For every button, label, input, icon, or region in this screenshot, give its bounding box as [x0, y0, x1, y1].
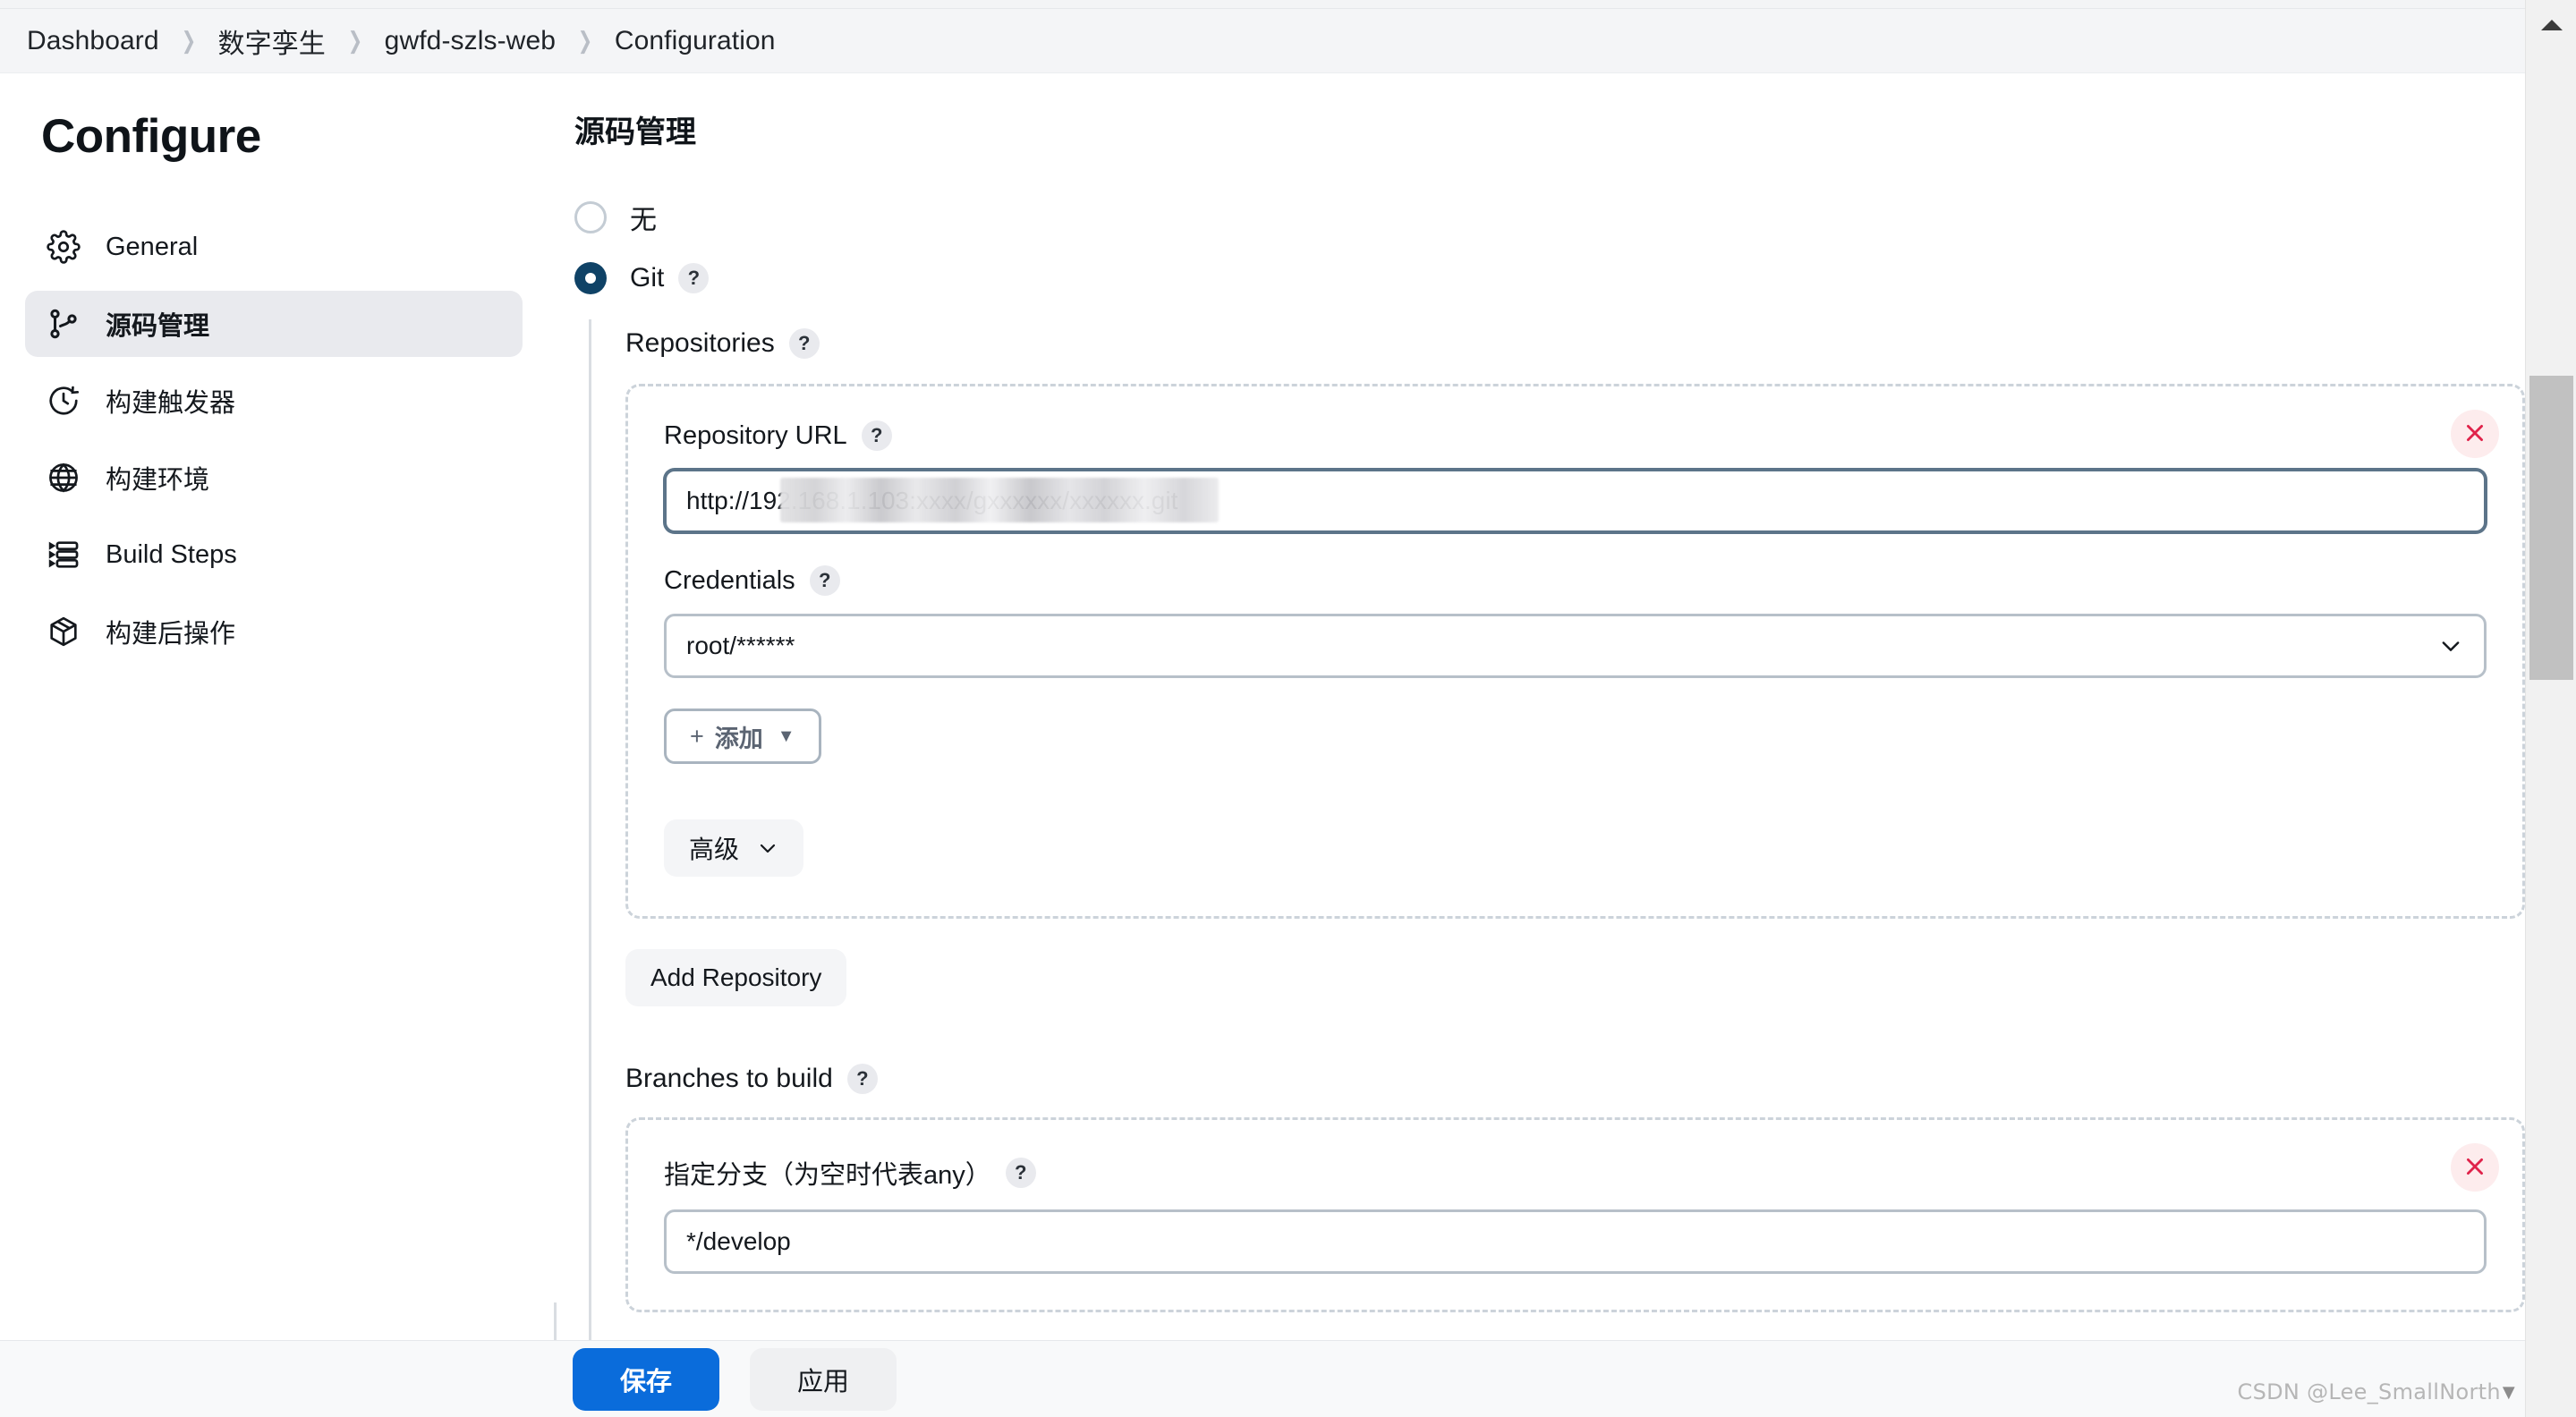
sidebar-item-label: 构建环境 — [106, 459, 209, 496]
caret-down-icon: ▼ — [2503, 1383, 2515, 1402]
sidebar-item-label: 构建后操作 — [106, 613, 235, 650]
credentials-select[interactable]: root/****** — [664, 614, 2487, 678]
save-button[interactable]: 保存 — [573, 1348, 719, 1411]
help-icon-repositories[interactable]: ? — [789, 328, 820, 359]
branch-specifier-label: 指定分支（为空时代表any） — [664, 1154, 991, 1192]
sidebar-item-label: General — [106, 233, 198, 262]
branch-specifier-input[interactable] — [664, 1209, 2487, 1274]
caret-down-icon: ▼ — [778, 726, 795, 747]
apply-button[interactable]: 应用 — [750, 1348, 897, 1411]
help-icon-branches[interactable]: ? — [847, 1064, 878, 1094]
list-icon — [45, 536, 82, 573]
scm-configuration-panel: 源码管理 无 Git ? Repositories ? — [555, 73, 2525, 1340]
breadcrumb-item-job[interactable]: gwfd-szls-web — [385, 26, 556, 56]
scm-option-git-label: Git — [630, 263, 664, 293]
package-icon — [45, 613, 82, 650]
breadcrumb-separator-icon: ❯ — [348, 27, 362, 55]
add-credentials-label: 添加 — [715, 719, 763, 754]
close-icon — [2463, 1155, 2487, 1181]
sidebar-item-label: Build Steps — [106, 540, 237, 570]
watermark-text: CSDN @Lee_SmallNorth — [2238, 1379, 2501, 1404]
sidebar-item-scm[interactable]: 源码管理 — [25, 291, 523, 357]
add-repository-button[interactable]: Add Repository — [625, 949, 846, 1006]
radio-git[interactable] — [574, 262, 607, 294]
globe-icon — [45, 459, 82, 496]
breadcrumb-item-folder[interactable]: 数字孪生 — [217, 21, 325, 61]
panel-divider — [554, 1302, 557, 1340]
help-icon-repository-url[interactable]: ? — [862, 420, 892, 451]
help-icon-branch-specifier[interactable]: ? — [1006, 1158, 1036, 1188]
scrollbar-thumb[interactable] — [2529, 376, 2573, 680]
credentials-selected-value: root/****** — [686, 632, 795, 660]
branch-specifier-label-row: 指定分支（为空时代表any） ? — [664, 1154, 2487, 1192]
branches-label-row: Branches to build ? — [625, 1064, 2525, 1094]
repository-url-field — [664, 469, 2487, 533]
sidebar-item-general[interactable]: General — [25, 214, 523, 280]
repository-url-input[interactable] — [664, 469, 2487, 533]
breadcrumb-separator-icon: ❯ — [578, 27, 592, 55]
watermark: CSDN @Lee_SmallNorth ▼ — [2238, 1379, 2515, 1404]
close-icon — [2463, 421, 2487, 447]
repositories-label: Repositories — [625, 328, 775, 359]
page-title: Configure — [41, 109, 555, 164]
top-strip — [0, 0, 2525, 9]
scm-option-git[interactable]: Git ? — [574, 262, 2525, 294]
scm-option-none-label: 无 — [630, 198, 657, 237]
add-repository-label: Add Repository — [650, 963, 821, 992]
branches-to-build-label: Branches to build — [625, 1064, 833, 1094]
credentials-label-row: Credentials ? — [664, 565, 2487, 596]
sidebar-item-build-environment[interactable]: 构建环境 — [25, 445, 523, 511]
delete-branch-button[interactable] — [2451, 1143, 2499, 1192]
repository-entry: Repository URL ? Credentials ? root/****… — [625, 384, 2525, 919]
advanced-wrap: 高级 — [664, 819, 2487, 877]
plus-icon: + — [690, 723, 704, 751]
advanced-label: 高级 — [689, 830, 739, 866]
jenkins-configure-page: Dashboard ❯ 数字孪生 ❯ gwfd-szls-web ❯ Confi… — [0, 0, 2576, 1417]
sidebar-item-label: 源码管理 — [106, 305, 209, 343]
repositories-label-row: Repositories ? — [625, 328, 2525, 359]
help-icon-git[interactable]: ? — [678, 263, 709, 293]
sidebar-item-build-triggers[interactable]: 构建触发器 — [25, 368, 523, 434]
scroll-up-button[interactable] — [2526, 0, 2576, 50]
chevron-up-icon — [2540, 18, 2563, 32]
gear-icon — [45, 228, 82, 266]
configure-sidebar: Configure General — [0, 73, 555, 1417]
credentials-select-wrap: root/****** — [664, 614, 2487, 678]
help-icon-credentials[interactable]: ? — [810, 565, 840, 596]
sidebar-item-label: 构建触发器 — [106, 382, 235, 420]
vertical-scrollbar[interactable] — [2525, 0, 2576, 1417]
advanced-toggle-button[interactable]: 高级 — [664, 819, 803, 877]
repository-url-label-row: Repository URL ? — [664, 420, 2487, 451]
scm-option-none[interactable]: 无 — [574, 198, 2525, 237]
clock-icon — [45, 382, 82, 420]
sidebar-item-post-build-actions[interactable]: 构建后操作 — [25, 598, 523, 665]
radio-none[interactable] — [574, 201, 607, 233]
git-settings-block: Repositories ? Repository URL ? — [589, 319, 2525, 1340]
breadcrumb-separator-icon: ❯ — [181, 27, 195, 55]
sidebar-item-build-steps[interactable]: Build Steps — [25, 522, 523, 588]
form-action-bar: 保存 应用 — [0, 1340, 2525, 1417]
breadcrumb-item-dashboard[interactable]: Dashboard — [27, 26, 159, 56]
breadcrumb: Dashboard ❯ 数字孪生 ❯ gwfd-szls-web ❯ Confi… — [0, 9, 2525, 73]
git-branch-icon — [45, 305, 82, 343]
delete-repository-button[interactable] — [2451, 410, 2499, 458]
add-credentials-button[interactable]: + 添加 ▼ — [664, 708, 821, 764]
add-repository-wrap: Add Repository — [625, 949, 2525, 1006]
credentials-label: Credentials — [664, 566, 795, 596]
section-title-scm: 源码管理 — [574, 107, 2525, 151]
chevron-down-icon — [757, 837, 778, 859]
branch-entry: 指定分支（为空时代表any） ? — [625, 1117, 2525, 1312]
breadcrumb-item-configuration[interactable]: Configuration — [615, 26, 776, 56]
repository-url-label: Repository URL — [664, 421, 847, 451]
sidebar-nav-list: General 源码管理 — [0, 214, 555, 665]
